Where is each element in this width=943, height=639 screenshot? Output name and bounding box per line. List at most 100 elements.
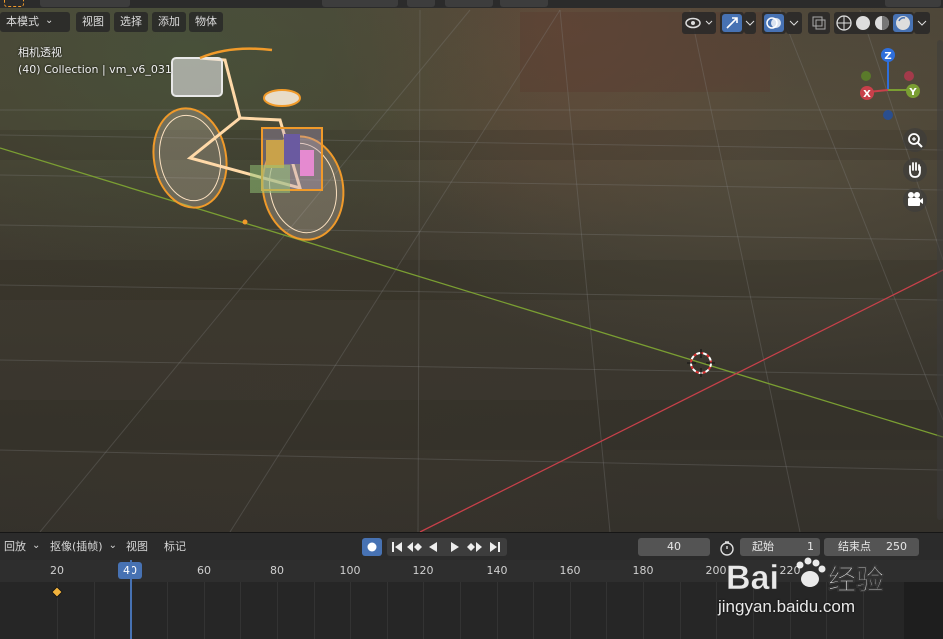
frame-gridline bbox=[606, 582, 607, 639]
pivot-dropdown[interactable] bbox=[407, 0, 435, 7]
shading-dropdown[interactable] bbox=[914, 12, 930, 34]
paw-icon bbox=[796, 557, 826, 587]
frame-gridline bbox=[350, 582, 351, 639]
viewport-scene[interactable] bbox=[0, 0, 943, 532]
options-dropdown[interactable] bbox=[885, 0, 941, 7]
frame-gridline bbox=[94, 582, 95, 639]
rendered-shading-icon bbox=[893, 14, 913, 32]
viewport-scrollbar[interactable] bbox=[937, 40, 943, 520]
frame-gridline bbox=[240, 582, 241, 639]
frame-gridline bbox=[716, 582, 717, 639]
shading-icons bbox=[836, 14, 913, 32]
menu-select[interactable]: 选择 bbox=[114, 12, 148, 32]
camera-icon bbox=[908, 192, 923, 206]
chevron-down-icon bbox=[745, 20, 755, 26]
current-frame-field[interactable]: 40 bbox=[638, 538, 710, 556]
keying-label: 抠像(插帧) bbox=[50, 540, 103, 553]
zoom-icon bbox=[908, 133, 923, 148]
timeline-menu-view[interactable]: 视图 bbox=[122, 538, 152, 556]
xray-toggle-button[interactable] bbox=[808, 12, 830, 34]
neg-y-axis-icon bbox=[904, 71, 914, 81]
start-label: 起始 bbox=[752, 540, 774, 553]
y-axis-icon: Y bbox=[906, 84, 920, 98]
frame-gridline bbox=[460, 582, 461, 639]
frame-gridline bbox=[387, 582, 388, 639]
frame-gridline bbox=[643, 582, 644, 639]
overlays-dropdown[interactable] bbox=[786, 12, 802, 34]
frame-gridline bbox=[533, 582, 534, 639]
playback-dropdown[interactable]: 回放 bbox=[0, 538, 44, 556]
ruler-tick: 100 bbox=[339, 564, 361, 577]
shading-buttons[interactable] bbox=[834, 12, 914, 34]
keying-dropdown[interactable]: 抠像(插帧) bbox=[46, 538, 121, 556]
camera-view-button[interactable] bbox=[903, 188, 927, 212]
end-label: 结束点 bbox=[838, 540, 871, 553]
x-axis-icon: X bbox=[860, 86, 874, 100]
frame-gridline bbox=[277, 582, 278, 639]
menu-object[interactable]: 物体 bbox=[189, 12, 223, 32]
ruler-tick: 180 bbox=[632, 564, 654, 577]
gizmo-toggle-button[interactable] bbox=[720, 12, 744, 34]
watermark-url: jingyan.baidu.com bbox=[718, 597, 856, 616]
collection-info-label: (40) Collection | vm_v6_031 bbox=[18, 63, 172, 76]
svg-text:Bai: Bai bbox=[726, 559, 779, 597]
snap-dropdown[interactable] bbox=[445, 0, 493, 7]
menu-view[interactable]: 视图 bbox=[76, 12, 110, 32]
select-box-icon[interactable] bbox=[4, 0, 24, 7]
ruler-tick: 60 bbox=[197, 564, 211, 577]
view-name-label: 相机透视 bbox=[18, 46, 62, 59]
jump-end-icon[interactable] bbox=[490, 542, 500, 552]
jump-start-icon[interactable] bbox=[392, 542, 402, 552]
navigation-gizmo[interactable]: Z Y X bbox=[850, 44, 930, 124]
next-keyframe-icon[interactable] bbox=[467, 542, 482, 552]
topbar-strip bbox=[0, 0, 943, 8]
overlays-toggle-button[interactable] bbox=[762, 12, 786, 34]
timeline-menu-marker[interactable]: 标记 bbox=[160, 538, 190, 556]
svg-text:X: X bbox=[863, 89, 871, 100]
playhead-line[interactable] bbox=[130, 560, 132, 639]
start-frame-field[interactable]: 起始 1 bbox=[740, 538, 820, 556]
3d-viewport[interactable]: 本模式 视图 选择 添加 物体 相机透视 (40) Col bbox=[0, 0, 943, 532]
playback-controls bbox=[387, 538, 507, 556]
playback-label: 回放 bbox=[4, 540, 26, 553]
start-value: 1 bbox=[807, 540, 814, 553]
end-value: 250 bbox=[886, 540, 907, 553]
ruler-tick: 80 bbox=[270, 564, 284, 577]
background-texture bbox=[0, 12, 943, 450]
zoom-tool-button[interactable] bbox=[903, 128, 927, 152]
prev-keyframe-icon[interactable] bbox=[407, 542, 422, 552]
play-icon[interactable] bbox=[451, 542, 459, 552]
gizmo-arrow-icon bbox=[722, 14, 742, 32]
ruler-tick: 120 bbox=[412, 564, 434, 577]
frame-gridline bbox=[167, 582, 168, 639]
viewport-header: 本模式 视图 选择 添加 物体 bbox=[0, 12, 943, 34]
hand-icon bbox=[909, 162, 921, 178]
frame-gridline bbox=[204, 582, 205, 639]
transform-orientation-dropdown[interactable] bbox=[322, 0, 398, 7]
frame-gridline bbox=[570, 582, 571, 639]
mode-label: 本模式 bbox=[6, 15, 39, 28]
frame-gridline bbox=[497, 582, 498, 639]
wireframe-shading-icon bbox=[836, 15, 852, 31]
gizmo-dropdown[interactable] bbox=[744, 12, 756, 34]
object-origin bbox=[242, 219, 248, 225]
frame-gridline bbox=[680, 582, 681, 639]
z-axis-icon: Z bbox=[881, 48, 895, 62]
auto-keying-button[interactable] bbox=[362, 538, 382, 556]
proportional-dropdown[interactable] bbox=[500, 0, 548, 7]
svg-text:经验: 经验 bbox=[828, 563, 884, 596]
menu-add[interactable]: 添加 bbox=[152, 12, 186, 32]
eye-icon bbox=[685, 17, 713, 29]
chevron-down-icon bbox=[917, 20, 927, 26]
pan-tool-button[interactable] bbox=[903, 158, 927, 182]
end-frame-field[interactable]: 结束点 250 bbox=[824, 538, 919, 556]
ruler-tick: 140 bbox=[486, 564, 508, 577]
record-icon bbox=[367, 542, 377, 552]
xray-icon bbox=[812, 16, 826, 30]
svg-text:Z: Z bbox=[884, 51, 891, 62]
play-reverse-icon[interactable] bbox=[429, 542, 437, 552]
keyframe-diamond[interactable] bbox=[51, 586, 63, 598]
select-mode-buttons[interactable] bbox=[40, 0, 130, 7]
mode-dropdown[interactable]: 本模式 bbox=[0, 12, 70, 32]
visibility-dropdown[interactable] bbox=[682, 12, 716, 34]
